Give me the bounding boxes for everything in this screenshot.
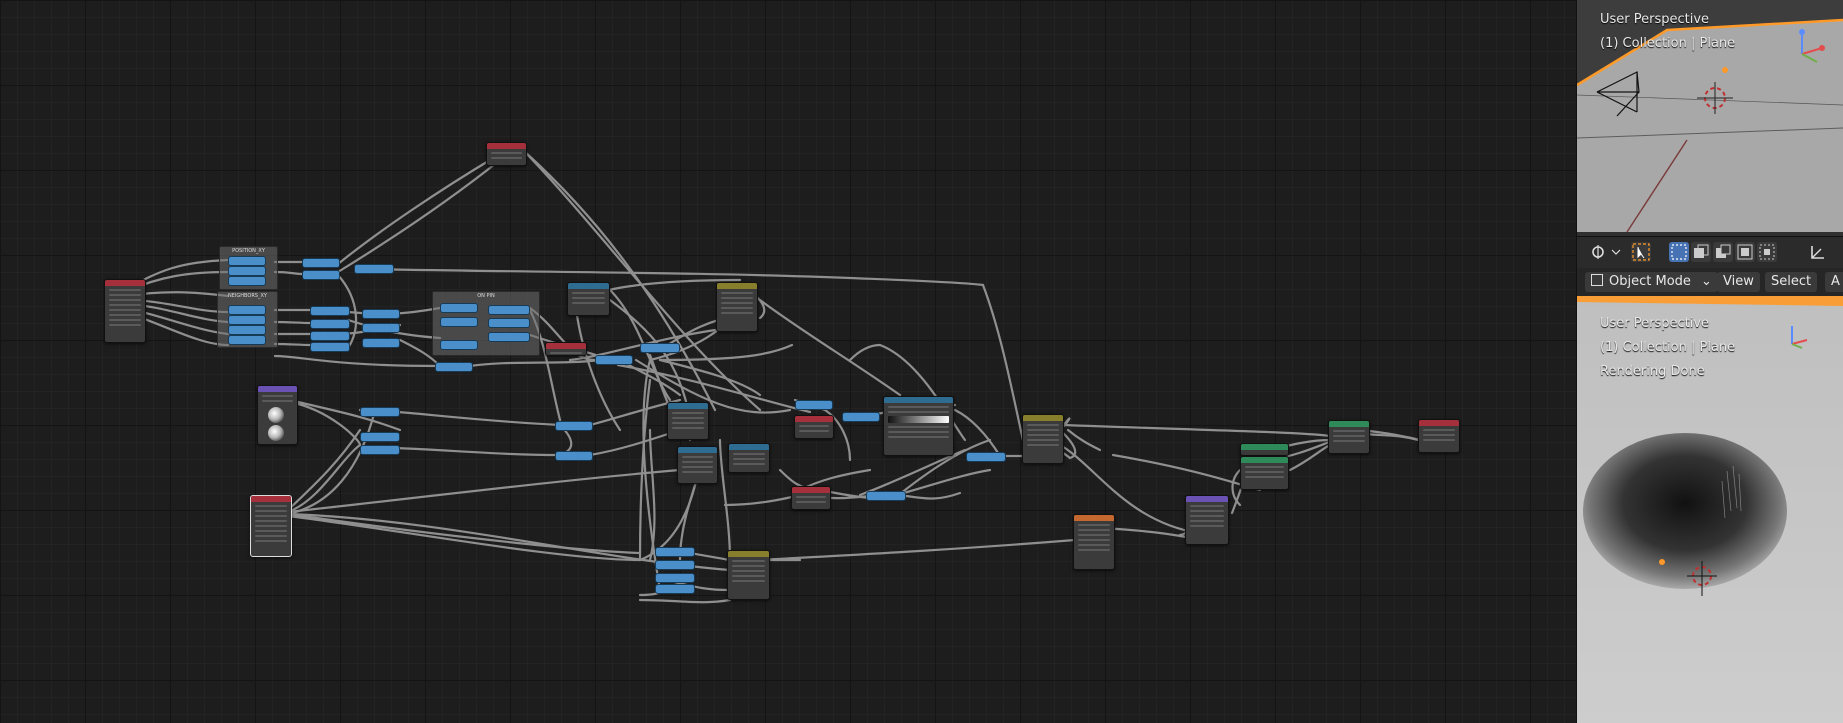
- add-menu[interactable]: A: [1825, 272, 1843, 292]
- viewport-collection: (1) Collection | Plane: [1600, 36, 1736, 51]
- math-node-right[interactable]: [1022, 414, 1064, 464]
- reroute-node[interactable]: [228, 266, 266, 276]
- reroute-node[interactable]: [310, 342, 350, 352]
- mix-shader-node[interactable]: [1328, 420, 1370, 454]
- render-status: Rendering Done: [1600, 364, 1705, 379]
- viewport-top-scene: [1577, 18, 1843, 232]
- view-menu[interactable]: View: [1717, 272, 1760, 292]
- reroute-node[interactable]: [795, 400, 833, 410]
- reroute-node[interactable]: [842, 412, 880, 422]
- frame-label: NEIGHBORS_XY: [228, 293, 267, 299]
- reroute-node[interactable]: [310, 306, 350, 316]
- select-mode-extend-icon[interactable]: [1691, 242, 1711, 262]
- reroute-node[interactable]: [866, 491, 906, 501]
- select-mode-intersect-icon[interactable]: [1757, 242, 1777, 262]
- reroute-node[interactable]: [595, 355, 633, 365]
- viewport-collection: (1) Collection | Plane: [1600, 340, 1736, 355]
- frame-label: POSITION_XY: [232, 248, 265, 254]
- color-ramp-node[interactable]: [883, 396, 954, 456]
- bump-group-node[interactable]: [1185, 495, 1229, 545]
- select-menu[interactable]: Select: [1765, 272, 1818, 292]
- mode-dropdown[interactable]: Object Mode ⌄: [1585, 272, 1718, 292]
- geometry-input-node[interactable]: [104, 279, 146, 343]
- value-node-top[interactable]: [486, 142, 527, 166]
- reroute-node[interactable]: [228, 315, 266, 325]
- reroute-node[interactable]: [302, 258, 340, 268]
- reroute-node[interactable]: [640, 343, 680, 353]
- geometry-node-small[interactable]: [545, 342, 587, 356]
- material-output-node[interactable]: [1418, 419, 1460, 453]
- principled-bsdf-node[interactable]: [1240, 456, 1289, 490]
- reroute-node[interactable]: [555, 451, 593, 461]
- reroute-node[interactable]: [440, 317, 478, 327]
- math-node-bottom[interactable]: [727, 550, 770, 600]
- viewport-toolbar: [1577, 236, 1843, 270]
- reroute-node[interactable]: [655, 584, 695, 594]
- reroute-node[interactable]: [310, 319, 350, 329]
- reroute-node[interactable]: [440, 340, 478, 350]
- select-mode-new-icon[interactable]: [1669, 242, 1689, 262]
- math-node-top[interactable]: [716, 282, 758, 332]
- combine-xyz-node[interactable]: [567, 282, 610, 316]
- reroute-node[interactable]: [354, 264, 394, 274]
- reroute-node[interactable]: [228, 276, 266, 286]
- reroute-node[interactable]: [228, 335, 266, 345]
- reroute-node[interactable]: [488, 318, 530, 328]
- reroute-node[interactable]: [655, 547, 695, 557]
- reroute-node[interactable]: [555, 421, 593, 431]
- viewport-top[interactable]: User Perspective (1) Collection | Plane: [1577, 0, 1843, 232]
- reroute-node[interactable]: [228, 325, 266, 335]
- reroute-node[interactable]: [362, 323, 400, 333]
- node-links: [123, 150, 1422, 604]
- chevron-down-icon: ⌄: [1701, 274, 1712, 289]
- reroute-node[interactable]: [488, 332, 530, 342]
- reroute-node[interactable]: [228, 256, 266, 266]
- viewport-title: User Perspective: [1600, 316, 1710, 331]
- viewport-bottom-scene: [1577, 296, 1843, 723]
- transform-orientation-icon[interactable]: [1807, 242, 1827, 262]
- reroute-node[interactable]: [966, 452, 1006, 462]
- viewport-header: Object Mode ⌄ View Select A: [1577, 268, 1843, 296]
- reroute-node[interactable]: [655, 573, 695, 583]
- view-tool-icon[interactable]: [1587, 242, 1621, 262]
- value-node-mid[interactable]: [794, 415, 834, 439]
- node-editor[interactable]: POSITION_XY NEIGHBORS_XY ON PIN: [0, 0, 1576, 723]
- reroute-node[interactable]: [360, 445, 400, 455]
- viewport-bottom[interactable]: User Perspective (1) Collection | Plane …: [1577, 296, 1843, 723]
- reroute-node[interactable]: [360, 432, 400, 442]
- reroute-node[interactable]: [228, 305, 266, 315]
- app-root: POSITION_XY NEIGHBORS_XY ON PIN User Per…: [0, 0, 1843, 723]
- right-panel: User Perspective (1) Collection | Plane: [1576, 0, 1843, 723]
- select-box-tool-icon[interactable]: [1631, 242, 1651, 262]
- noise-texture-node[interactable]: [1073, 514, 1115, 570]
- preview-sphere-icon: [268, 407, 284, 423]
- select-mode-invert-icon[interactable]: [1735, 242, 1755, 262]
- vector-math-node-b[interactable]: [728, 443, 770, 473]
- image-texture-node[interactable]: [1240, 443, 1289, 456]
- mode-label: Object Mode: [1609, 274, 1691, 289]
- reroute-node[interactable]: [302, 270, 340, 280]
- reroute-node[interactable]: [362, 338, 400, 348]
- separate-xyz-node[interactable]: [667, 402, 709, 440]
- preview-sphere-icon: [268, 425, 284, 441]
- reroute-node[interactable]: [655, 560, 695, 570]
- vector-math-node-a[interactable]: [677, 446, 718, 484]
- reroute-node[interactable]: [435, 362, 473, 372]
- object-mode-icon: [1591, 274, 1603, 286]
- value-node-lower[interactable]: [791, 486, 831, 510]
- select-mode-subtract-icon[interactable]: [1713, 242, 1733, 262]
- reroute-node[interactable]: [362, 309, 400, 319]
- geometry-input-node-lower[interactable]: [250, 495, 292, 557]
- reroute-node[interactable]: [360, 407, 400, 417]
- reroute-node[interactable]: [440, 303, 478, 313]
- viewport-title: User Perspective: [1600, 12, 1710, 27]
- reroute-node[interactable]: [488, 305, 530, 315]
- frame-label: ON PIN: [477, 293, 495, 299]
- reroute-node[interactable]: [310, 331, 350, 341]
